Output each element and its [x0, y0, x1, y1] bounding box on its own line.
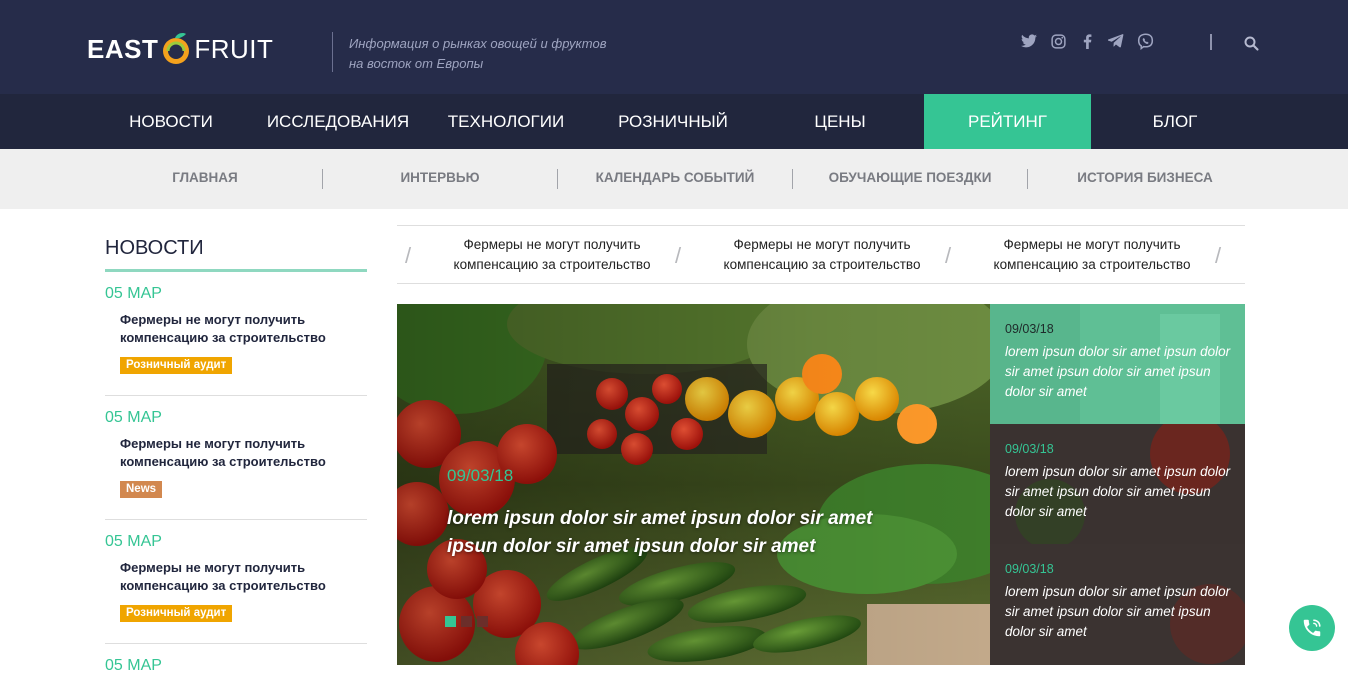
- card-date: 09/03/18: [1005, 442, 1054, 456]
- news-headline[interactable]: Фермеры не могут получить компенсацию за…: [120, 435, 360, 471]
- subnav-item-home[interactable]: ГЛАВНАЯ: [88, 149, 322, 209]
- nav-item-research[interactable]: ИССЛЕДОВАНИЯ: [254, 94, 422, 149]
- instagram-icon[interactable]: [1047, 30, 1069, 52]
- facebook-icon[interactable]: [1076, 30, 1098, 52]
- slider-dot-active[interactable]: [445, 616, 456, 627]
- ticker-item[interactable]: Фермеры не могут получить компенсацию за…: [437, 235, 667, 275]
- card-date: 09/03/18: [1005, 562, 1054, 576]
- subnav-item-events[interactable]: КАЛЕНДАРЬ СОБЫТИЙ: [558, 149, 792, 209]
- ticker-separator: /: [675, 243, 682, 268]
- card-text: lorem ipsun dolor sir amet ipsun dolor s…: [1005, 464, 1231, 519]
- search-icon[interactable]: [1240, 32, 1262, 54]
- side-news-card[interactable]: 09/03/18 lorem ipsun dolor sir amet ipsu…: [990, 424, 1245, 544]
- slider-dot[interactable]: [461, 616, 472, 627]
- main-nav: НОВОСТИ ИССЛЕДОВАНИЯ ТЕХНОЛОГИИ РОЗНИЧНЫ…: [0, 94, 1348, 186]
- header-divider: [332, 32, 333, 72]
- hero-date: 09/03/18: [447, 466, 514, 485]
- call-button[interactable]: [1289, 605, 1335, 651]
- nav-item-technology[interactable]: ТЕХНОЛОГИИ: [422, 94, 590, 149]
- card-date: 09/03/18: [1005, 322, 1054, 336]
- news-ticker: / Фермеры не могут получить компенсацию …: [397, 225, 1245, 284]
- side-news-card[interactable]: 09/03/18 lorem ipsun dolor sir amet ipsu…: [990, 304, 1245, 424]
- news-date: 05 МАР: [105, 533, 162, 550]
- news-date: 05 МАР: [105, 657, 162, 674]
- ticker-separator: /: [945, 243, 952, 268]
- subnav-item-trips[interactable]: ОБУЧАЮЩИЕ ПОЕЗДКИ: [793, 149, 1027, 209]
- news-date: 05 МАР: [105, 409, 162, 426]
- category-tag[interactable]: News: [120, 481, 163, 498]
- subnav-item-interview[interactable]: ИНТЕРВЬЮ: [323, 149, 557, 209]
- logo-text-east: EAST: [87, 33, 159, 64]
- twitter-icon[interactable]: [1018, 30, 1040, 52]
- card-text: lorem ipsun dolor sir amet ipsun dolor s…: [1005, 584, 1231, 639]
- ticker-item[interactable]: Фермеры не могут получить компенсацию за…: [977, 235, 1207, 275]
- social-links: [1018, 30, 1163, 52]
- category-tag[interactable]: Розничный аудит: [120, 605, 233, 622]
- news-date: 05 МАР: [105, 285, 162, 302]
- category-tag[interactable]: Розничный аудит: [120, 357, 233, 374]
- site-tagline: Информация о рынках овощей и фруктов на …: [349, 34, 649, 74]
- sub-nav: ГЛАВНАЯ ИНТЕРВЬЮ КАЛЕНДАРЬ СОБЫТИЙ ОБУЧА…: [0, 149, 1348, 209]
- telegram-icon[interactable]: [1105, 30, 1127, 52]
- orange-logo-icon: [159, 32, 193, 66]
- news-headline[interactable]: Фермеры не могут получить компенсацию за…: [120, 559, 360, 595]
- ticker-separator: /: [1215, 243, 1222, 268]
- card-text: lorem ipsun dolor sir amet ipsun dolor s…: [1005, 344, 1231, 399]
- hero-slider[interactable]: 09/03/18 lorem ipsun dolor sir amet ipsu…: [397, 304, 990, 665]
- site-header: EAST FRUIT Информация о рынках овощей и …: [0, 0, 1348, 94]
- viber-icon[interactable]: [1134, 30, 1156, 52]
- nav-item-news[interactable]: НОВОСТИ: [88, 94, 254, 149]
- nav-item-prices[interactable]: ЦЕНЫ: [756, 94, 924, 149]
- tagline-line-2: на восток от Европы: [349, 56, 484, 71]
- list-item[interactable]: 05 МАР Фермеры не могут получить компенс…: [105, 520, 367, 644]
- nav-item-blog[interactable]: БЛОГ: [1091, 94, 1259, 149]
- tagline-line-1: Информация о рынках овощей и фруктов: [349, 36, 607, 51]
- side-news-card[interactable]: 09/03/18 lorem ipsun dolor sir amet ipsu…: [990, 544, 1245, 665]
- list-item[interactable]: 05 МАР: [105, 644, 367, 684]
- slider-dot[interactable]: [477, 616, 488, 627]
- nav-item-rating[interactable]: РЕЙТИНГ: [924, 94, 1091, 149]
- slider-dots: [445, 616, 493, 627]
- list-item[interactable]: 05 МАР Фермеры не могут получить компенс…: [105, 396, 367, 520]
- news-headline[interactable]: Фермеры не могут получить компенсацию за…: [120, 311, 360, 347]
- site-logo[interactable]: EAST FRUIT: [87, 24, 273, 74]
- ticker-item[interactable]: Фермеры не могут получить компенсацию за…: [707, 235, 937, 275]
- ticker-separator: /: [405, 243, 412, 268]
- subnav-item-history[interactable]: ИСТОРИЯ БИЗНЕСА: [1028, 149, 1262, 209]
- news-sidebar: НОВОСТИ 05 МАР Фермеры не могут получить…: [105, 229, 367, 684]
- nav-item-retail-audit[interactable]: РОЗНИЧНЫЙ АУДИТ: [590, 94, 756, 186]
- sidebar-title: НОВОСТИ: [105, 237, 204, 259]
- hero-headline[interactable]: lorem ipsun dolor sir amet ipsun dolor s…: [447, 505, 877, 561]
- list-item[interactable]: 05 МАР Фермеры не могут получить компенс…: [105, 272, 367, 396]
- search-divider: [1210, 34, 1212, 50]
- phone-icon: [1303, 619, 1321, 637]
- logo-text-fruit: FRUIT: [194, 33, 274, 64]
